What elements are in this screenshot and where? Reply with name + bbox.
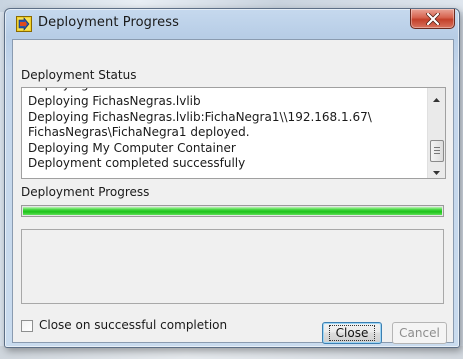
scroll-up-button[interactable] [428,88,445,105]
thumb-grip [434,147,440,148]
thumb-grip [434,153,440,154]
status-scrollbar[interactable] [427,88,445,178]
dialog-client-area: Deployment Status Deploying Deploying Fi… [12,39,454,344]
deployment-progress-label: Deployment Progress [21,185,150,199]
close-button[interactable]: Close [322,322,382,344]
window-title: Deployment Progress [38,15,180,30]
deployment-status-list[interactable]: Deploying Deploying FichasNegras.lvlib D… [21,87,446,179]
progress-bar-fill [23,207,442,215]
status-line: Deploying FichasNegras.lvlib:FichaNegra1… [28,109,372,124]
status-line: FichasNegras\FichaNegra1 deployed. [28,125,250,139]
deployment-progress-bar [21,205,444,217]
window-close-button[interactable] [410,9,455,29]
status-lines: Deploying Deploying FichasNegras.lvlib D… [28,88,420,172]
close-icon [425,12,440,25]
scrollbar-thumb[interactable] [430,140,444,162]
scroll-down-arrow-icon [433,160,440,178]
title-bar[interactable]: Deployment Progress [5,9,459,39]
deployment-progress-dialog: Deployment Progress Deployment Status De… [4,8,460,348]
labview-deploy-icon [16,16,32,32]
close-on-completion-label[interactable]: Close on successful completion [39,318,227,332]
status-line: Deploying FichasNegras.lvlib [28,94,201,108]
status-line: Deployment completed successfully [28,156,246,170]
deployment-status-label: Deployment Status [21,68,137,82]
close-button-label: Close [328,325,376,341]
status-line: Deploying [28,88,420,94]
close-on-completion-checkbox[interactable] [21,320,33,332]
cancel-button-label: Cancel [399,326,440,340]
scroll-down-button[interactable] [428,161,445,178]
cancel-button[interactable]: Cancel [392,322,447,344]
scroll-up-arrow-icon [433,88,440,106]
status-line: Deploying My Computer Container [28,140,236,155]
thumb-grip [434,150,440,151]
details-box [21,229,444,304]
